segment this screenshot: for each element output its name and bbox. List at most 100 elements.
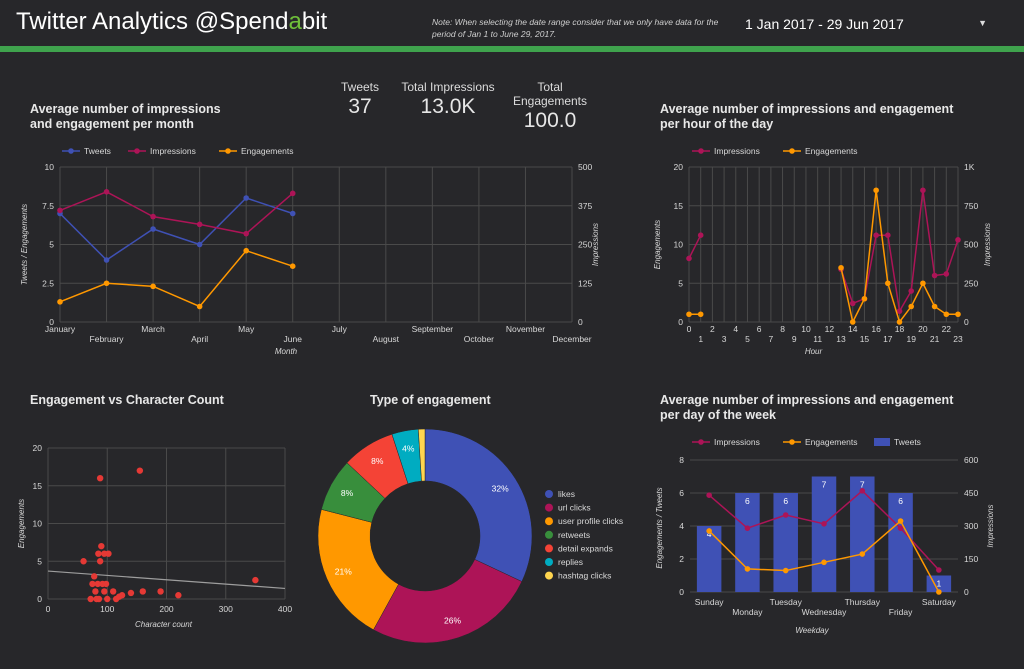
- series-impressions-point: [686, 255, 692, 262]
- bar-value-label: 7: [860, 480, 865, 490]
- series-engagements-point: [859, 551, 866, 557]
- legend-label: Tweets: [84, 146, 111, 156]
- series-engagements-point: [897, 518, 904, 524]
- legend-label: Impressions: [150, 146, 196, 156]
- series-impressions-point: [243, 230, 249, 237]
- scatter-point: [96, 475, 104, 482]
- y-tick-label-right: 0: [964, 587, 969, 597]
- series-impressions-point: [744, 525, 751, 531]
- y-tick-label: 7.5: [42, 201, 54, 211]
- x-tick-label: June: [284, 334, 303, 344]
- series-tweets-point: [150, 226, 156, 232]
- x-tick-label: July: [332, 324, 348, 334]
- series-engagements-point: [243, 247, 249, 254]
- scatter-point: [98, 542, 105, 550]
- x-tick-label: 18: [895, 324, 905, 334]
- x-tick-label: December: [552, 334, 591, 344]
- bar-value-label: 6: [898, 496, 903, 506]
- series-impressions-point: [782, 512, 789, 518]
- x-tick-label: 10: [801, 324, 811, 334]
- series-impressions-point: [859, 488, 866, 494]
- series-engagements-point: [706, 528, 712, 534]
- donut-slice-likes: [424, 428, 533, 582]
- y-tick-label: 15: [33, 481, 43, 491]
- x-tick-label: 300: [219, 604, 233, 614]
- donut-slice-label: 26%: [444, 616, 461, 626]
- x-tick-label: 7: [769, 334, 774, 344]
- legend-marker: [789, 439, 795, 445]
- x-tick-label: August: [373, 334, 400, 344]
- donut-slice-label: 8%: [371, 456, 384, 466]
- x-tick-label: Tuesday: [770, 597, 803, 607]
- legend-label: hashtag clicks: [558, 571, 611, 581]
- series-impressions-point: [943, 271, 950, 277]
- series-engagements-point: [103, 280, 110, 287]
- legend-label: retweets: [558, 530, 590, 540]
- y-tick-label: 10: [674, 240, 684, 250]
- series-impressions-point: [920, 187, 926, 194]
- y-tick-label: 10: [45, 162, 55, 172]
- x-axis-title: Hour: [805, 347, 823, 356]
- bar-tweets: [773, 493, 798, 592]
- bar-tweets: [888, 493, 913, 592]
- legend-swatch: [545, 503, 553, 512]
- x-tick-label: February: [90, 334, 125, 344]
- legend-marker: [698, 148, 704, 154]
- y-tick-label-right: 0: [964, 317, 969, 327]
- y-tick-label-right: 750: [964, 201, 978, 211]
- series-impressions-point: [57, 207, 63, 214]
- series-engagements-point: [896, 319, 903, 325]
- x-tick-label: April: [191, 334, 208, 344]
- x-tick-label: 1: [698, 334, 703, 344]
- y-tick-label: 5: [678, 278, 683, 288]
- scatter-point: [95, 550, 102, 557]
- y-tick-label: 5: [37, 556, 42, 566]
- y-tick-label: 2: [679, 554, 684, 564]
- series-impressions-point: [706, 492, 712, 499]
- legend-swatch: [874, 438, 890, 446]
- x-tick-label: 4: [733, 324, 738, 334]
- x-tick-label: Monday: [732, 607, 763, 617]
- scatter-point: [109, 588, 117, 595]
- legend-marker: [789, 148, 795, 154]
- series-engagements-point: [920, 280, 926, 287]
- y-tick-label-right: 1K: [964, 162, 975, 172]
- series-engagements-point: [943, 311, 950, 318]
- y-tick-label-right: 150: [964, 554, 978, 564]
- series-engagements-point: [821, 559, 827, 566]
- scatter-point: [95, 595, 103, 603]
- y-tick-label: 15: [674, 201, 684, 211]
- x-tick-label: March: [141, 324, 165, 334]
- legend-swatch: [545, 544, 553, 553]
- legend-label: user profile clicks: [558, 516, 623, 526]
- series-engagements-point: [744, 566, 751, 572]
- x-tick-label: 23: [953, 334, 963, 344]
- x-tick-label: 5: [745, 334, 750, 344]
- series-impressions-point: [908, 288, 915, 294]
- series-engagements-point: [849, 319, 856, 325]
- series-engagements-point: [150, 283, 156, 290]
- x-axis-title: Character count: [135, 620, 193, 629]
- series-impressions-point: [873, 232, 879, 238]
- y-tick-label-right: 500: [964, 240, 978, 250]
- series-engagements-point: [196, 303, 203, 310]
- series-impressions-point: [289, 190, 296, 197]
- x-tick-label: 2: [710, 324, 715, 334]
- x-tick-label: 400: [278, 604, 292, 614]
- series-engagements-point: [936, 589, 942, 595]
- y-axis-title-right: Impressions: [591, 223, 600, 266]
- y-tick-label: 0: [37, 594, 42, 604]
- legend-swatch: [545, 558, 553, 566]
- y-tick-label-right: 250: [964, 278, 978, 288]
- y-tick-label: 0: [679, 587, 684, 597]
- scatter-point: [118, 592, 126, 599]
- legend-label: Engagements: [805, 146, 857, 156]
- y-axis-title-left: Engagements: [653, 220, 662, 269]
- x-tick-label: October: [464, 334, 494, 344]
- legend-label: url clicks: [558, 503, 591, 513]
- y-axis-title: Engagements: [17, 499, 26, 548]
- scatter-point: [96, 558, 104, 565]
- y-tick-label: 20: [33, 443, 43, 453]
- x-tick-label: 19: [906, 334, 916, 344]
- x-tick-label: 14: [848, 324, 858, 334]
